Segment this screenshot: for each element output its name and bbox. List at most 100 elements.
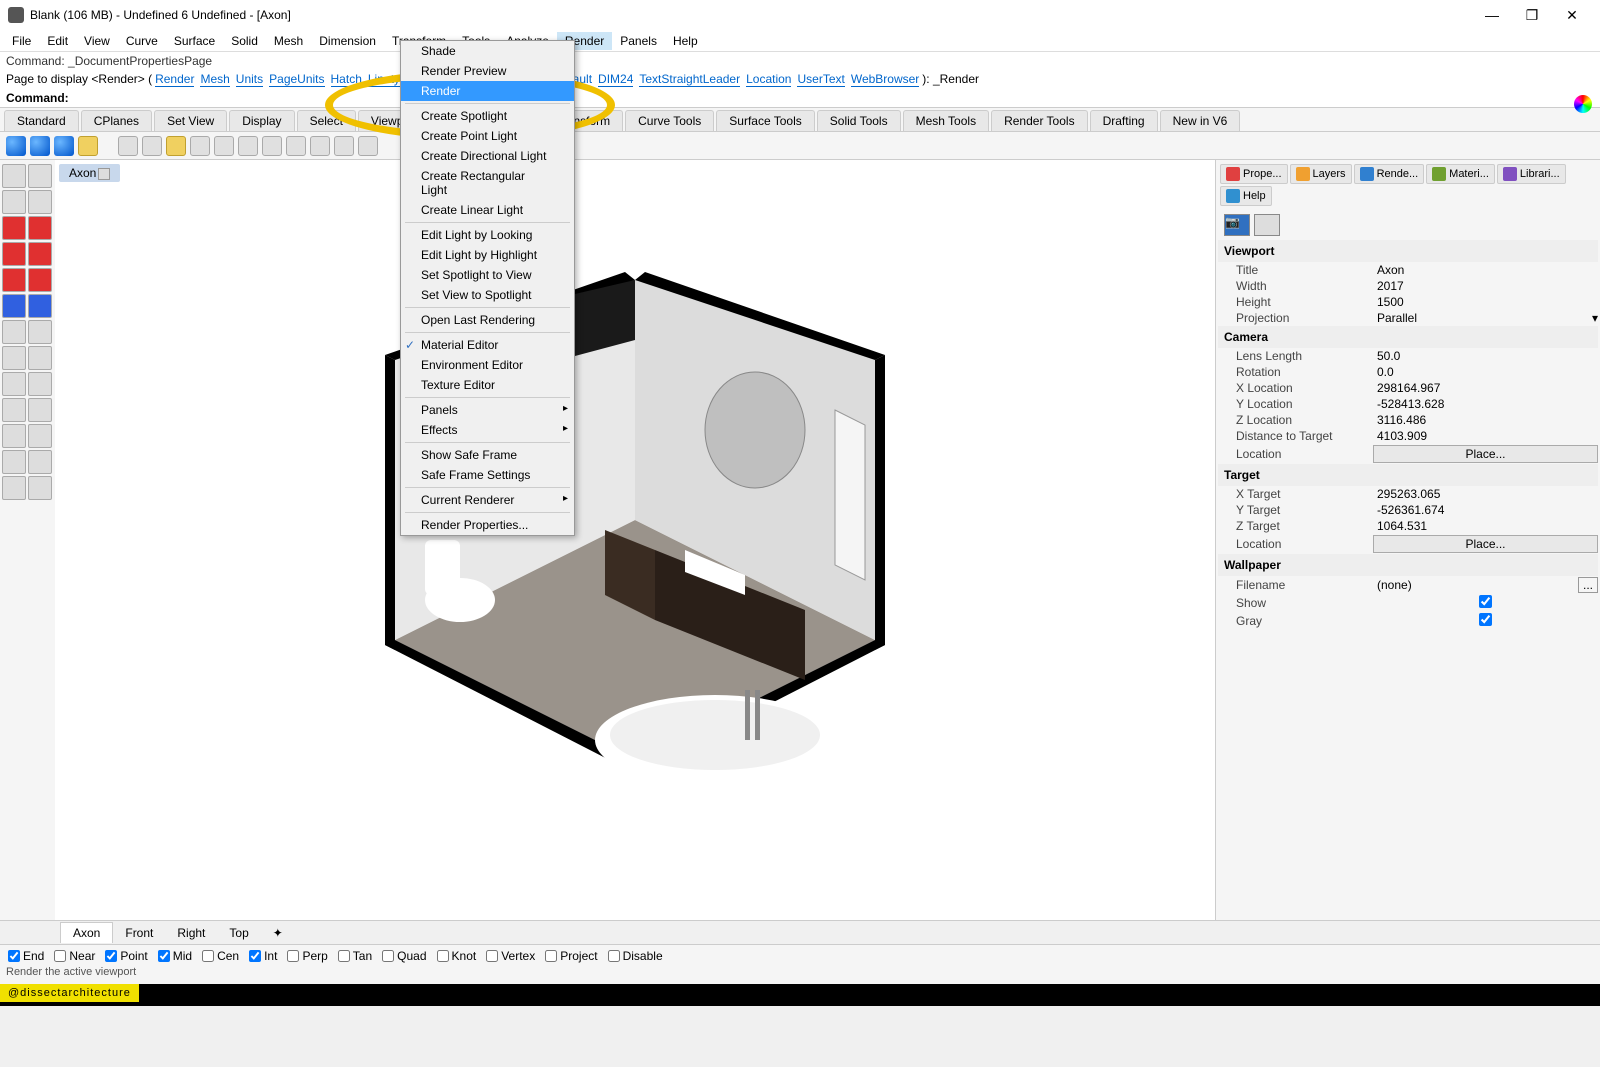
osnap-checkbox[interactable] bbox=[287, 950, 299, 962]
cmd-option[interactable]: WebBrowser bbox=[851, 72, 919, 87]
menu-item[interactable]: Current Renderer bbox=[401, 490, 574, 510]
menu-item[interactable]: Edit Light by Looking bbox=[401, 225, 574, 245]
viewport-canvas[interactable] bbox=[55, 160, 1215, 920]
menu-item[interactable]: Shade bbox=[401, 41, 574, 61]
toolbar-tab[interactable]: Solid Tools bbox=[817, 110, 901, 131]
box-icon[interactable] bbox=[78, 136, 98, 156]
toolbar-tab[interactable]: Standard bbox=[4, 110, 79, 131]
menu-item[interactable]: Set View to Spotlight bbox=[401, 285, 574, 305]
property-value[interactable]: -528413.628 bbox=[1373, 397, 1598, 411]
tool-button[interactable] bbox=[28, 476, 52, 500]
menu-item[interactable]: Edit Light by Highlight bbox=[401, 245, 574, 265]
menu-item[interactable]: Texture Editor bbox=[401, 375, 574, 395]
menu-mesh[interactable]: Mesh bbox=[266, 32, 311, 50]
menu-item[interactable]: Create Directional Light bbox=[401, 146, 574, 166]
tool-button[interactable] bbox=[2, 424, 26, 448]
object-mode-icon[interactable] bbox=[1254, 214, 1280, 236]
menu-item[interactable]: Open Last Rendering bbox=[401, 310, 574, 330]
osnap-int[interactable]: Int bbox=[249, 949, 277, 963]
cmd-option[interactable]: PageUnits bbox=[269, 72, 324, 87]
property-checkbox[interactable] bbox=[1377, 595, 1594, 608]
tool-button[interactable] bbox=[28, 346, 52, 370]
osnap-checkbox[interactable] bbox=[158, 950, 170, 962]
tool-button[interactable] bbox=[28, 268, 52, 292]
place-button[interactable]: Place... bbox=[1373, 535, 1598, 553]
toolbar-tab[interactable]: Surface Tools bbox=[716, 110, 815, 131]
tool-button[interactable] bbox=[28, 372, 52, 396]
osnap-vertex[interactable]: Vertex bbox=[486, 949, 535, 963]
property-value[interactable]: 1064.531 bbox=[1373, 519, 1598, 533]
cmd-option[interactable]: UserText bbox=[797, 72, 844, 87]
panel-tab[interactable]: Librari... bbox=[1497, 164, 1566, 184]
osnap-checkbox[interactable] bbox=[545, 950, 557, 962]
osnap-checkbox[interactable] bbox=[338, 950, 350, 962]
menu-solid[interactable]: Solid bbox=[223, 32, 266, 50]
property-value[interactable]: (none) bbox=[1373, 578, 1578, 592]
cmd-option[interactable]: Units bbox=[236, 72, 263, 87]
panel-tab[interactable]: Materi... bbox=[1426, 164, 1495, 184]
tool-icon[interactable] bbox=[262, 136, 282, 156]
place-button[interactable]: Place... bbox=[1373, 445, 1598, 463]
menu-item[interactable]: Render Preview bbox=[401, 61, 574, 81]
toolbar-tab[interactable]: CPlanes bbox=[81, 110, 152, 131]
viewport-tab[interactable]: Top bbox=[217, 923, 260, 943]
property-value[interactable]: 3116.486 bbox=[1373, 413, 1598, 427]
tool-button[interactable] bbox=[2, 242, 26, 266]
menu-view[interactable]: View bbox=[76, 32, 118, 50]
tool-button[interactable] bbox=[28, 164, 52, 188]
command-input[interactable] bbox=[72, 90, 1342, 105]
tool-button[interactable] bbox=[28, 450, 52, 474]
tool-icon[interactable] bbox=[142, 136, 162, 156]
osnap-project[interactable]: Project bbox=[545, 949, 597, 963]
toolbar-tab[interactable]: Mesh Tools bbox=[903, 110, 989, 131]
cmd-option[interactable]: DIM24 bbox=[598, 72, 633, 87]
tool-icon[interactable] bbox=[358, 136, 378, 156]
tool-icon[interactable] bbox=[238, 136, 258, 156]
menu-curve[interactable]: Curve bbox=[118, 32, 166, 50]
panel-tab[interactable]: Rende... bbox=[1354, 164, 1425, 184]
tool-button[interactable] bbox=[28, 242, 52, 266]
menu-item[interactable]: Show Safe Frame bbox=[401, 445, 574, 465]
toolbar-tab[interactable]: Display bbox=[229, 110, 294, 131]
property-value[interactable]: 4103.909 bbox=[1373, 429, 1598, 443]
osnap-knot[interactable]: Knot bbox=[437, 949, 477, 963]
browse-button[interactable]: ... bbox=[1578, 577, 1598, 593]
minimize-button[interactable]: — bbox=[1472, 1, 1512, 29]
tool-icon[interactable] bbox=[190, 136, 210, 156]
menu-item[interactable]: Effects bbox=[401, 420, 574, 440]
osnap-perp[interactable]: Perp bbox=[287, 949, 327, 963]
menu-item[interactable]: Material Editor bbox=[401, 335, 574, 355]
preset-icon[interactable] bbox=[1574, 95, 1592, 113]
tool-icon[interactable] bbox=[310, 136, 330, 156]
osnap-checkbox[interactable] bbox=[8, 950, 20, 962]
menu-item[interactable]: Render Properties... bbox=[401, 515, 574, 535]
property-value[interactable]: Parallel bbox=[1373, 311, 1592, 325]
property-value[interactable]: 1500 bbox=[1373, 295, 1598, 309]
viewport-label[interactable]: Axon bbox=[59, 164, 120, 182]
menu-panels[interactable]: Panels bbox=[612, 32, 665, 50]
chevron-down-icon[interactable]: ▾ bbox=[1592, 311, 1598, 325]
viewport[interactable]: Axon bbox=[55, 160, 1215, 920]
tool-button[interactable] bbox=[28, 216, 52, 240]
camera-mode-icon[interactable]: 📷 bbox=[1224, 214, 1250, 236]
property-value[interactable]: 0.0 bbox=[1373, 365, 1598, 379]
panel-tab[interactable]: Layers bbox=[1290, 164, 1352, 184]
property-value[interactable]: 298164.967 bbox=[1373, 381, 1598, 395]
tool-button[interactable] bbox=[2, 450, 26, 474]
tool-icon[interactable] bbox=[214, 136, 234, 156]
tool-button[interactable] bbox=[2, 476, 26, 500]
osnap-disable[interactable]: Disable bbox=[608, 949, 663, 963]
property-value[interactable]: 295263.065 bbox=[1373, 487, 1598, 501]
tool-button[interactable] bbox=[2, 372, 26, 396]
viewport-tab[interactable]: Axon bbox=[60, 922, 113, 943]
add-viewport-button[interactable]: ✦ bbox=[261, 923, 295, 943]
menu-item[interactable]: Create Spotlight bbox=[401, 106, 574, 126]
shade2-icon[interactable] bbox=[30, 136, 50, 156]
tool-icon[interactable] bbox=[286, 136, 306, 156]
maximize-button[interactable]: ❐ bbox=[1512, 1, 1552, 29]
property-value[interactable]: -526361.674 bbox=[1373, 503, 1598, 517]
tool-button[interactable] bbox=[28, 398, 52, 422]
cmd-option[interactable]: Mesh bbox=[200, 72, 229, 87]
cmd-option[interactable]: Hatch bbox=[331, 72, 362, 87]
menu-item[interactable]: Safe Frame Settings bbox=[401, 465, 574, 485]
